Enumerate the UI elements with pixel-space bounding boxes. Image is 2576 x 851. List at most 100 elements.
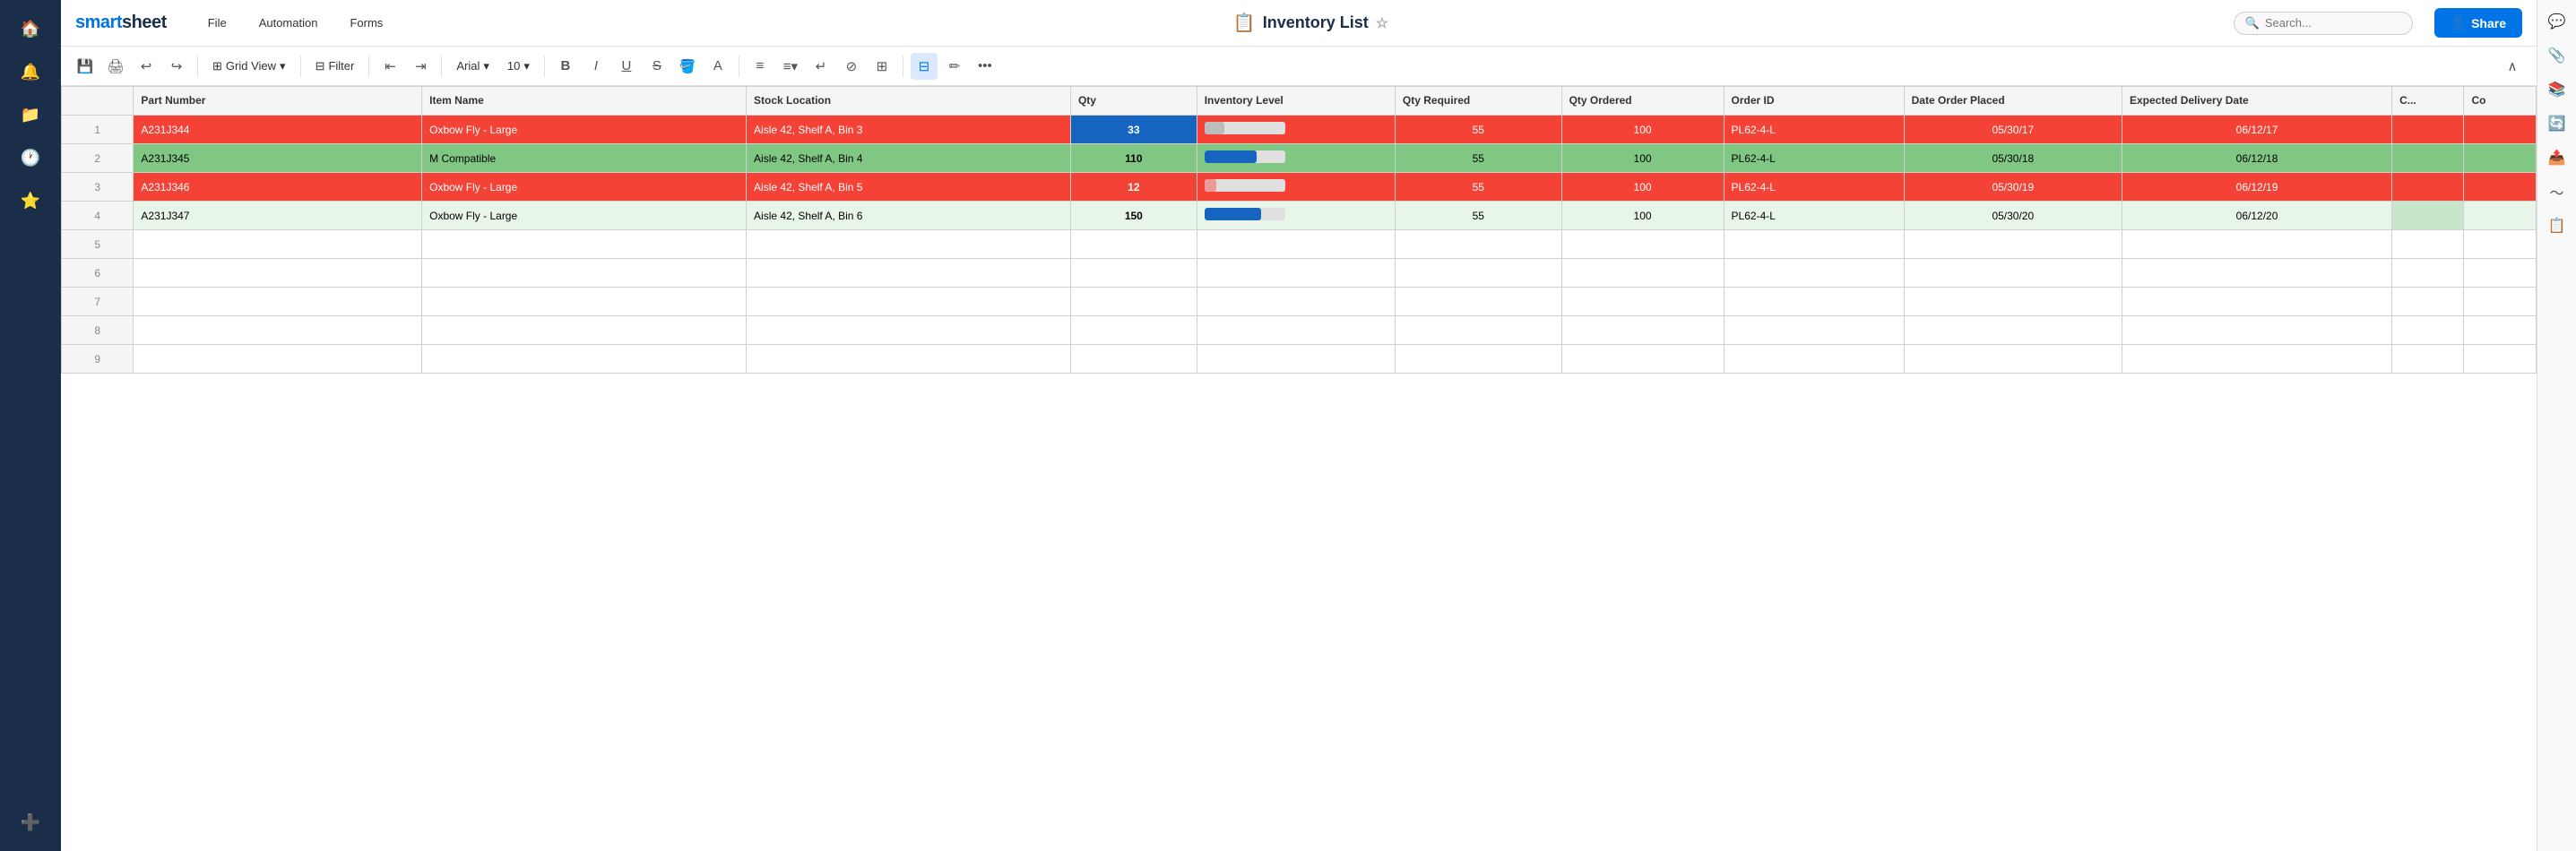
empty-cell[interactable] [2464,345,2537,374]
empty-cell[interactable] [2392,316,2464,345]
empty-cell[interactable] [422,345,747,374]
empty-cell[interactable] [747,345,1071,374]
nav-file[interactable]: File [203,13,232,33]
align-options-button[interactable]: ≡▾ [777,53,804,80]
qty-ordered-cell[interactable]: 100 [1561,116,1724,144]
empty-cell[interactable] [1395,345,1561,374]
empty-cell[interactable] [1395,288,1561,316]
empty-cell[interactable] [134,230,422,259]
empty-cell[interactable] [2392,288,2464,316]
empty-cell[interactable] [2464,230,2537,259]
collapse-button[interactable]: ∧ [2499,53,2526,80]
table-row[interactable]: 4A231J347Oxbow Fly - LargeAisle 42, Shel… [62,202,2537,230]
redo-button[interactable]: ↪ [163,53,190,80]
empty-cell[interactable] [422,259,747,288]
order-id-cell[interactable]: PL62-4-L [1724,173,1904,202]
inventory-level-cell[interactable] [1197,202,1395,230]
highlight-button[interactable]: ✏ [941,53,968,80]
empty-cell[interactable] [1070,316,1197,345]
text-color-button[interactable]: A [705,53,731,80]
empty-cell[interactable] [747,259,1071,288]
clear-format-button[interactable]: ⊘ [838,53,865,80]
empty-cell[interactable] [1197,288,1395,316]
italic-button[interactable]: I [583,53,609,80]
empty-cell[interactable] [2464,259,2537,288]
header-order-id[interactable]: Order ID [1724,87,1904,116]
view-dropdown[interactable]: ⊞ Grid View ▾ [205,56,293,77]
co-cell[interactable] [2464,144,2537,173]
header-qty-required[interactable]: Qty Required [1395,87,1561,116]
empty-cell[interactable] [134,259,422,288]
empty-cell[interactable] [2122,230,2392,259]
stock-location-cell[interactable]: Aisle 42, Shelf A, Bin 6 [747,202,1071,230]
part-number-cell[interactable]: A231J345 [134,144,422,173]
date-order-placed-cell[interactable]: 05/30/17 [1904,116,2122,144]
table-row[interactable]: 2A231J345M CompatibleAisle 42, Shelf A, … [62,144,2537,173]
empty-cell[interactable] [747,288,1071,316]
underline-button[interactable]: U [613,53,640,80]
empty-cell[interactable] [1904,230,2122,259]
header-stock-location[interactable]: Stock Location [747,87,1071,116]
borders-button[interactable]: ⊞ [869,53,895,80]
table-row[interactable]: 6 [62,259,2537,288]
empty-cell[interactable] [2122,259,2392,288]
empty-cell[interactable] [1724,316,1904,345]
header-expected-delivery[interactable]: Expected Delivery Date [2122,87,2392,116]
empty-cell[interactable] [1904,259,2122,288]
qty-cell[interactable]: 33 [1070,116,1197,144]
inventory-level-cell[interactable] [1197,173,1395,202]
c-cell[interactable] [2392,116,2464,144]
table-row[interactable]: 5 [62,230,2537,259]
fill-color-button[interactable]: 🪣 [674,53,701,80]
folders-icon[interactable]: 📁 [13,97,48,133]
wave-icon[interactable]: 〜 [2543,177,2572,206]
header-part-number[interactable]: Part Number [134,87,422,116]
empty-cell[interactable] [747,316,1071,345]
empty-cell[interactable] [1395,230,1561,259]
add-icon[interactable]: ➕ [13,804,48,840]
co-cell[interactable] [2464,173,2537,202]
date-order-placed-cell[interactable]: 05/30/19 [1904,173,2122,202]
empty-cell[interactable] [1724,259,1904,288]
order-id-cell[interactable]: PL62-4-L [1724,144,1904,173]
sheets-icon[interactable]: 📚 [2543,75,2572,104]
qty-required-cell[interactable]: 55 [1395,202,1561,230]
header-c[interactable]: C... [2392,87,2464,116]
empty-cell[interactable] [2464,316,2537,345]
align-left-button[interactable]: ≡ [747,53,774,80]
inventory-level-cell[interactable] [1197,144,1395,173]
empty-cell[interactable] [1561,345,1724,374]
expected-delivery-cell[interactable]: 06/12/17 [2122,116,2392,144]
empty-cell[interactable] [1724,230,1904,259]
empty-cell[interactable] [134,288,422,316]
font-dropdown[interactable]: Arial ▾ [449,56,497,77]
favorite-star-icon[interactable]: ☆ [1376,14,1388,32]
part-number-cell[interactable]: A231J346 [134,173,422,202]
export-icon[interactable]: 📤 [2543,143,2572,172]
empty-cell[interactable] [422,288,747,316]
empty-cell[interactable] [2122,345,2392,374]
header-inventory-level[interactable]: Inventory Level [1197,87,1395,116]
empty-cell[interactable] [2392,259,2464,288]
filter-dropdown[interactable]: ⊟ Filter [308,56,362,77]
stock-location-cell[interactable]: Aisle 42, Shelf A, Bin 4 [747,144,1071,173]
qty-ordered-cell[interactable]: 100 [1561,202,1724,230]
empty-cell[interactable] [2392,230,2464,259]
empty-cell[interactable] [1197,316,1395,345]
item-name-cell[interactable]: Oxbow Fly - Large [422,173,747,202]
bold-button[interactable]: B [552,53,579,80]
qty-cell[interactable]: 12 [1070,173,1197,202]
item-name-cell[interactable]: M Compatible [422,144,747,173]
expected-delivery-cell[interactable]: 06/12/18 [2122,144,2392,173]
table-row[interactable]: 3A231J346Oxbow Fly - LargeAisle 42, Shel… [62,173,2537,202]
notifications-icon[interactable]: 🔔 [13,54,48,90]
empty-cell[interactable] [1561,230,1724,259]
favorites-icon[interactable]: ⭐ [13,183,48,219]
empty-cell[interactable] [1395,259,1561,288]
comments-icon[interactable]: 💬 [2543,7,2572,36]
date-order-placed-cell[interactable]: 05/30/20 [1904,202,2122,230]
empty-cell[interactable] [1724,288,1904,316]
undo-button[interactable]: ↩ [133,53,160,80]
c-cell[interactable] [2392,144,2464,173]
search-input[interactable] [2265,16,2401,30]
